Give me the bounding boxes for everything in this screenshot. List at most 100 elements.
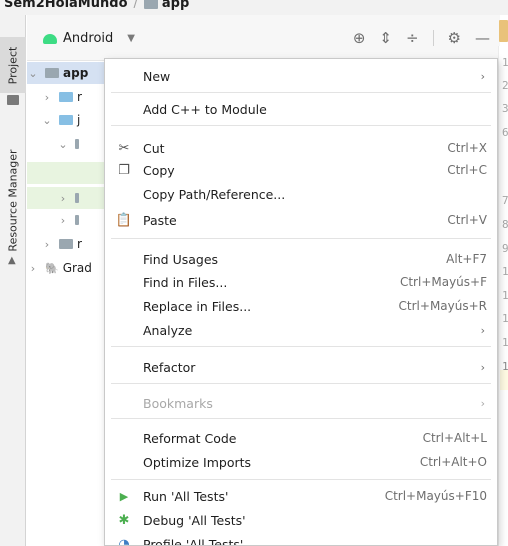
menu-item-find-usages[interactable]: Find Usages Alt+F7 — [105, 248, 497, 270]
breadcrumb-module[interactable]: app — [162, 0, 189, 11]
breadcrumb-project[interactable]: Sem2HolaMundo — [4, 0, 128, 11]
menu-shortcut: Ctrl+V — [447, 213, 487, 227]
line-number: 11 — [502, 289, 508, 302]
view-mode-label: Android — [63, 31, 114, 46]
line-number: 10 — [502, 265, 508, 278]
package-icon — [75, 215, 79, 225]
gradle-elephant-icon: 🐘 — [45, 261, 59, 275]
menu-item-debug-tests[interactable]: ✱ Debug 'All Tests' — [105, 509, 497, 531]
tab-resource-manager-label: Resource Manager — [6, 148, 20, 252]
line-number: 13 — [502, 336, 508, 349]
breadcrumb: Sem2HolaMundo / app — [0, 0, 508, 15]
menu-item-new[interactable]: New › — [105, 65, 497, 87]
tab-project[interactable]: Project — [0, 37, 26, 93]
menu-item-label: Find Usages — [143, 251, 219, 267]
panel-toolbar: ⊕ ⇕ ÷ ⚙ — — [353, 29, 490, 47]
chevron-right-icon: › — [480, 396, 485, 410]
menu-item-optimize-imports[interactable]: Optimize Imports Ctrl+Alt+O — [105, 451, 497, 473]
toolbar-divider — [432, 30, 434, 46]
folder-icon — [59, 92, 73, 102]
chevron-right-icon: › — [480, 323, 485, 337]
chevron-right-icon[interactable]: › — [41, 91, 53, 104]
menu-shortcut: Ctrl+Alt+L — [422, 431, 487, 445]
minimize-icon[interactable]: — — [475, 29, 490, 47]
menu-item-reformat-code[interactable]: Reformat Code Ctrl+Alt+L — [105, 427, 497, 449]
menu-item-label: Refactor — [143, 359, 196, 375]
tab-project-label: Project — [6, 46, 20, 84]
copy-icon: ❐ — [118, 162, 130, 178]
menu-item-label: Debug 'All Tests' — [143, 512, 246, 528]
gear-icon[interactable]: ⚙ — [448, 29, 461, 47]
current-line-highlight — [500, 370, 508, 390]
menu-item-label: Bookmarks — [143, 395, 213, 411]
menu-separator — [111, 383, 491, 384]
scissors-icon: ✂ — [118, 140, 130, 156]
menu-item-analyze[interactable]: Analyze › — [105, 319, 497, 341]
menu-item-label: Profile 'All Tests' — [143, 536, 244, 546]
menu-shortcut: Ctrl+C — [447, 163, 487, 177]
menu-item-cut[interactable]: ✂ Cut Ctrl+X — [105, 137, 497, 159]
menu-separator — [111, 125, 491, 126]
menu-item-profile-tests[interactable]: ◔ Profile 'All Tests' — [105, 533, 497, 546]
breadcrumb-separator: / — [133, 0, 138, 11]
module-folder-icon — [143, 0, 158, 9]
menu-item-copy-path[interactable]: Copy Path/Reference... — [105, 183, 497, 205]
menu-item-find-in-files[interactable]: Find in Files... Ctrl+Mayús+F — [105, 271, 497, 293]
package-icon — [75, 139, 79, 149]
tree-node-label: Grad — [62, 261, 92, 275]
menu-item-label: Optimize Imports — [143, 454, 252, 470]
line-number: 14 — [502, 360, 508, 373]
menu-shortcut: Ctrl+Mayús+F10 — [384, 489, 487, 503]
chevron-right-icon: › — [480, 360, 485, 374]
line-number: 2 — [502, 79, 508, 92]
folder-icon[interactable] — [7, 95, 19, 105]
menu-shortcut: Alt+F7 — [446, 252, 487, 266]
menu-separator — [111, 92, 491, 93]
menu-item-replace-in-files[interactable]: Replace in Files... Ctrl+Mayús+R — [105, 295, 497, 317]
menu-item-run-tests[interactable]: ▶ Run 'All Tests' Ctrl+Mayús+F10 — [105, 485, 497, 507]
chevron-down-icon[interactable]: ⌄ — [41, 114, 53, 127]
menu-separator — [111, 238, 491, 239]
folder-icon — [59, 115, 73, 125]
menu-item-label: Paste — [143, 212, 177, 228]
menu-item-label: New — [143, 68, 171, 84]
tree-node-label: r — [77, 90, 82, 104]
chevron-down-icon: ▼ — [127, 33, 135, 44]
chevron-right-icon[interactable]: › — [27, 262, 39, 275]
chevron-right-icon[interactable]: › — [57, 192, 69, 205]
editor-gutter: 1 2 3 6 7 8 9 10 11 12 13 14 — [498, 46, 508, 546]
module-folder-icon — [45, 68, 59, 78]
chevron-right-icon[interactable]: › — [57, 214, 69, 227]
locate-icon[interactable]: ⊕ — [353, 29, 366, 47]
tab-resource-manager[interactable]: Resource Manager — [0, 133, 26, 267]
chevron-right-icon[interactable]: › — [41, 238, 53, 251]
chevron-down-icon[interactable]: ⌄ — [57, 138, 69, 151]
tool-window-strip: Project Resource Manager ▲ — [0, 15, 26, 546]
chevron-down-icon[interactable]: ⌄ — [27, 67, 39, 80]
line-number: 6 — [502, 126, 508, 139]
clipboard-icon: 📋 — [115, 212, 133, 228]
collapse-all-icon[interactable]: ÷ — [406, 29, 419, 47]
menu-item-refactor[interactable]: Refactor › — [105, 356, 497, 378]
expand-all-icon[interactable]: ⇕ — [379, 29, 392, 47]
resource-manager-icon[interactable]: ▲ — [8, 255, 16, 266]
menu-item-label: Copy — [143, 162, 175, 178]
bug-icon: ✱ — [118, 512, 130, 528]
menu-item-copy[interactable]: ❐ Copy Ctrl+C — [105, 159, 497, 181]
menu-item-bookmarks[interactable]: Bookmarks › — [105, 392, 497, 414]
view-mode-select[interactable]: Android ▼ — [43, 31, 135, 46]
menu-item-label: Cut — [143, 140, 165, 156]
line-number: 1 — [502, 56, 508, 69]
menu-item-label: Replace in Files... — [143, 298, 252, 314]
menu-item-label: Reformat Code — [143, 430, 237, 446]
android-icon — [43, 33, 57, 44]
line-number: 9 — [502, 242, 508, 255]
menu-item-add-cpp[interactable]: Add C++ to Module — [105, 98, 497, 120]
line-number: 3 — [502, 102, 508, 115]
resource-folder-icon — [59, 239, 73, 249]
tree-node-label: r — [77, 237, 82, 251]
menu-item-paste[interactable]: 📋 Paste Ctrl+V — [105, 209, 497, 231]
package-icon — [75, 193, 79, 203]
menu-separator — [111, 346, 491, 347]
menu-item-label: Analyze — [143, 322, 193, 338]
